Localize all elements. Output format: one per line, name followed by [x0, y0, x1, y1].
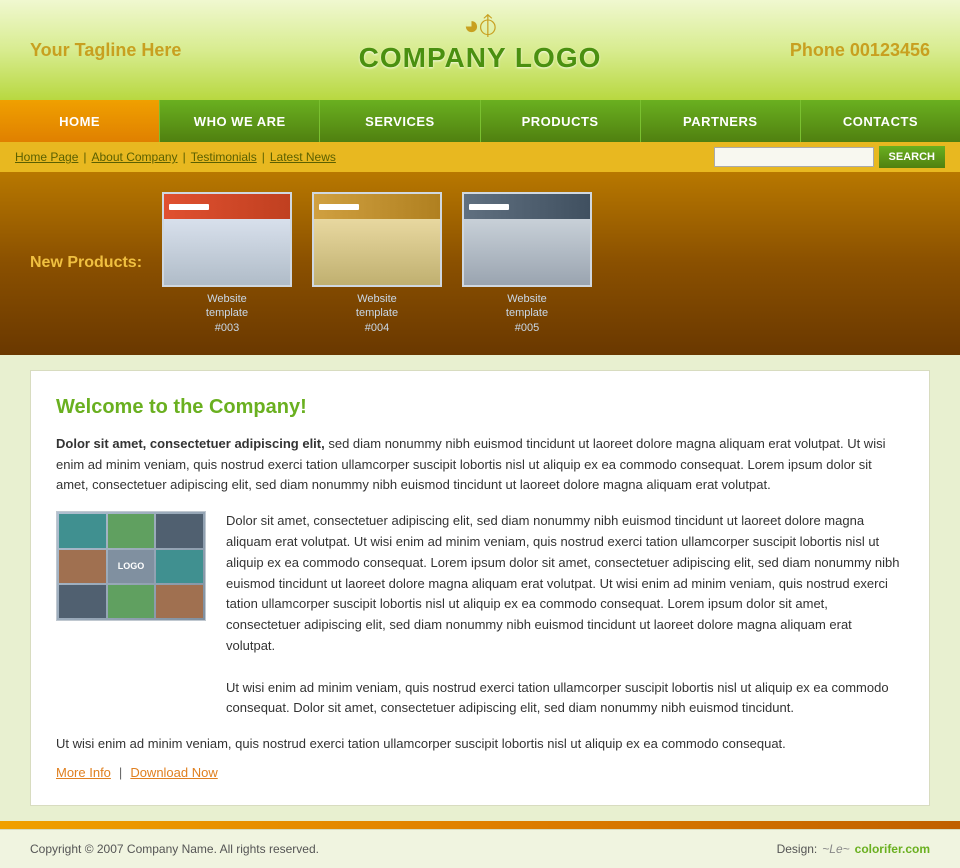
breadcrumb-sep-1: | — [83, 150, 86, 164]
search-button[interactable]: SEARCH — [879, 146, 945, 168]
design-logo-decoration: ~Le~ — [822, 842, 849, 856]
nav-item-products[interactable]: PRODUCTS — [481, 100, 641, 142]
phone-number: Phone 00123456 — [790, 40, 930, 61]
tagline: Your Tagline Here — [30, 40, 181, 61]
breadcrumb-sep-2: | — [183, 150, 186, 164]
design-credit: Design: ~Le~ colorifer.com — [777, 842, 930, 856]
logo-text: COMPANY LOGO — [359, 42, 602, 74]
logo-icon: ◕⦽ — [359, 10, 602, 42]
body-text-2: Ut wisi enim ad minim veniam, quis nostr… — [226, 680, 889, 716]
intro-bold: Dolor sit amet, consectetuer adipiscing … — [56, 436, 325, 451]
product-label-1: Websitetemplate#003 — [206, 292, 248, 335]
new-products-label: New Products: — [30, 253, 142, 274]
design-link[interactable]: colorifer.com — [855, 842, 930, 856]
download-link[interactable]: Download Now — [130, 765, 217, 780]
product-thumb-3[interactable] — [462, 192, 592, 287]
breadcrumb-bar: Home Page | About Company | Testimonials… — [0, 142, 960, 172]
main-navigation: HOME WHO WE ARE SERVICES PRODUCTS PARTNE… — [0, 100, 960, 142]
link-separator: | — [119, 765, 122, 780]
thumb-cell-7 — [108, 585, 155, 618]
body-text: Dolor sit amet, consectetuer adipiscing … — [226, 513, 899, 653]
bottom-text: Ut wisi enim ad minim veniam, quis nostr… — [56, 734, 904, 755]
nav-item-home[interactable]: HOME — [0, 100, 160, 142]
nav-item-contacts[interactable]: CONTACTS — [801, 100, 960, 142]
thumb-cell-logo: LOGO — [108, 550, 155, 583]
breadcrumb-testimonials[interactable]: Testimonials — [191, 150, 257, 164]
intro-paragraph: Dolor sit amet, consectetuer adipiscing … — [56, 434, 904, 496]
product-thumb-1[interactable] — [162, 192, 292, 287]
breadcrumb-home[interactable]: Home Page — [15, 150, 78, 164]
content-body: LOGO Dolor sit amet, consectetuer adipis… — [56, 511, 904, 719]
content-thumbnail: LOGO — [56, 511, 206, 621]
search-input[interactable] — [714, 147, 874, 167]
nav-item-partners[interactable]: PARTNERS — [641, 100, 801, 142]
orange-divider — [0, 821, 960, 829]
thumb-cell-1 — [59, 514, 106, 547]
product-label-2: Websitetemplate#004 — [356, 292, 398, 335]
nav-item-services[interactable]: SERVICES — [320, 100, 480, 142]
breadcrumb-links: Home Page | About Company | Testimonials… — [15, 150, 714, 164]
products-banner: New Products: Websitetemplate#003 Websit… — [0, 172, 960, 355]
content-links: More Info | Download Now — [56, 765, 904, 780]
content-text: Dolor sit amet, consectetuer adipiscing … — [226, 511, 904, 719]
thumb-cell-2 — [108, 514, 155, 547]
thumb-cell-3 — [156, 514, 203, 547]
product-thumb-2[interactable] — [312, 192, 442, 287]
main-content: Welcome to the Company! Dolor sit amet, … — [30, 370, 930, 806]
thumb-cell-4 — [59, 550, 106, 583]
product-label-3: Websitetemplate#005 — [506, 292, 548, 335]
product-item-2: Websitetemplate#004 — [312, 192, 442, 335]
breadcrumb-news[interactable]: Latest News — [270, 150, 336, 164]
thumb-cell-5 — [156, 550, 203, 583]
breadcrumb-sep-3: | — [262, 150, 265, 164]
breadcrumb-about[interactable]: About Company — [92, 150, 178, 164]
product-item-1: Websitetemplate#003 — [162, 192, 292, 335]
logo-area: ◕⦽ COMPANY LOGO — [359, 10, 602, 74]
welcome-title: Welcome to the Company! — [56, 396, 904, 419]
footer: Copyright © 2007 Company Name. All right… — [0, 829, 960, 868]
header: Your Tagline Here ◕⦽ COMPANY LOGO Phone … — [0, 0, 960, 100]
thumb-cell-8 — [156, 585, 203, 618]
design-label: Design: — [777, 842, 818, 856]
product-item-3: Websitetemplate#005 — [462, 192, 592, 335]
copyright-text: Copyright © 2007 Company Name. All right… — [30, 842, 319, 856]
thumb-cell-6 — [59, 585, 106, 618]
nav-item-who-we-are[interactable]: WHO WE ARE — [160, 100, 320, 142]
content-image: LOGO — [56, 511, 206, 719]
search-area: SEARCH — [714, 146, 945, 168]
more-info-link[interactable]: More Info — [56, 765, 111, 780]
